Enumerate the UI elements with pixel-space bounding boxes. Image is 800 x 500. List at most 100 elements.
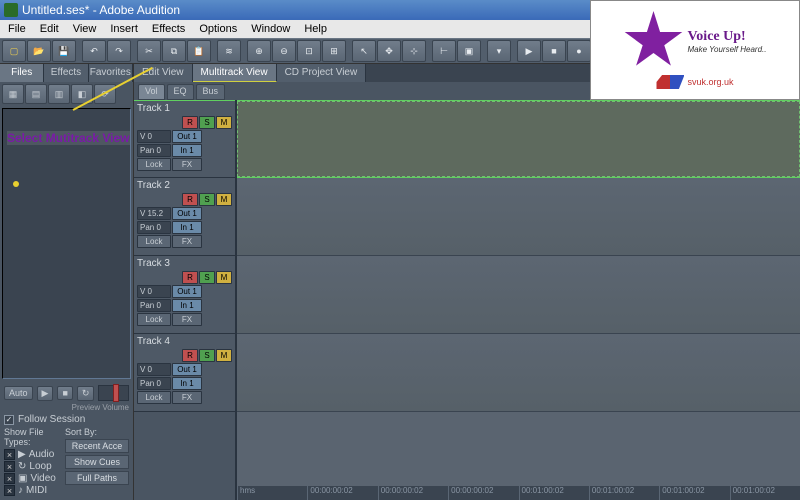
toolbar-mov[interactable]: ✥ (377, 40, 401, 62)
mute-button[interactable]: M (216, 271, 232, 284)
menu-effects[interactable]: Effects (146, 22, 191, 36)
record-button[interactable]: R (182, 116, 198, 129)
input-button[interactable]: In 1 (172, 221, 202, 234)
tab-effects[interactable]: Effects (44, 64, 88, 82)
lock-button[interactable]: Lock (137, 235, 171, 248)
toolbar-stop[interactable]: ■ (542, 40, 566, 62)
output-button[interactable]: Out 1 (172, 285, 202, 298)
input-button[interactable]: In 1 (172, 377, 202, 390)
toolbar-save[interactable]: 💾 (52, 40, 76, 62)
toolbar-rec[interactable]: ● (567, 40, 591, 62)
input-button[interactable]: In 1 (172, 144, 202, 157)
fx-button[interactable]: FX (172, 235, 202, 248)
toolbar-zin[interactable]: ⊕ (247, 40, 271, 62)
time-ruler[interactable]: hms00:00:00:0200:00:00:0200:00:00:0200:0… (237, 486, 800, 500)
solo-button[interactable]: S (199, 116, 215, 129)
record-button[interactable]: R (182, 193, 198, 206)
files-btn-1[interactable]: ▦ (2, 84, 24, 104)
fx-button[interactable]: FX (172, 158, 202, 171)
wave-track-4[interactable] (237, 334, 800, 412)
lock-button[interactable]: Lock (137, 313, 171, 326)
mute-button[interactable]: M (216, 349, 232, 362)
auto-button[interactable]: Auto (4, 386, 33, 400)
toolbar-undo[interactable]: ↶ (82, 40, 106, 62)
subtab-vol[interactable]: Vol (138, 84, 165, 100)
record-button[interactable]: R (182, 349, 198, 362)
subtab-eq[interactable]: EQ (167, 84, 194, 100)
play-preview-button[interactable]: ▶ (37, 386, 54, 401)
volume-value[interactable]: V 0 (137, 130, 171, 143)
preview-volume-slider[interactable] (98, 385, 129, 401)
type-audio-x[interactable]: × (4, 449, 15, 460)
follow-session-checkbox[interactable]: ✓ (4, 415, 14, 425)
lock-button[interactable]: Lock (137, 391, 171, 404)
tab-multitrack-view[interactable]: Multitrack View (193, 64, 277, 82)
toolbar-open[interactable]: 📂 (27, 40, 51, 62)
toolbar-mrk[interactable]: ▾ (487, 40, 511, 62)
toolbar-zsel[interactable]: ⊡ (297, 40, 321, 62)
toolbar-redo[interactable]: ↷ (107, 40, 131, 62)
subtab-bus[interactable]: Bus (196, 84, 226, 100)
menu-insert[interactable]: Insert (104, 22, 144, 36)
output-button[interactable]: Out 1 (172, 363, 202, 376)
output-button[interactable]: Out 1 (172, 130, 202, 143)
type-video-x[interactable]: × (4, 473, 15, 484)
tab-files[interactable]: Files (0, 64, 44, 82)
toolbar-snp[interactable]: ⊢ (432, 40, 456, 62)
type-midi-x[interactable]: × (4, 485, 15, 496)
volume-value[interactable]: V 0 (137, 285, 171, 298)
files-btn-2[interactable]: ▤ (25, 84, 47, 104)
output-button[interactable]: Out 1 (172, 207, 202, 220)
menu-edit[interactable]: Edit (34, 22, 65, 36)
pan-value[interactable]: Pan 0 (137, 299, 171, 312)
track-name[interactable]: Track 4 (137, 336, 232, 347)
mute-button[interactable]: M (216, 193, 232, 206)
fx-button[interactable]: FX (172, 391, 202, 404)
solo-button[interactable]: S (199, 193, 215, 206)
tab-cd-project-view[interactable]: CD Project View (277, 64, 367, 82)
solo-button[interactable]: S (199, 271, 215, 284)
full-paths-button[interactable]: Full Paths (65, 471, 129, 485)
toolbar-grp[interactable]: ▣ (457, 40, 481, 62)
toolbar-paste[interactable]: 📋 (187, 40, 211, 62)
toolbar-mix[interactable]: ≋ (217, 40, 241, 62)
toolbar-copy[interactable]: ⧉ (162, 40, 186, 62)
file-list[interactable]: Select Mutitrack View (2, 108, 131, 379)
toolbar-ptr[interactable]: ↖ (352, 40, 376, 62)
menu-options[interactable]: Options (193, 22, 243, 36)
sort-dropdown[interactable]: Recent Acce (65, 439, 129, 453)
pan-value[interactable]: Pan 0 (137, 144, 171, 157)
volume-value[interactable]: V 15.2 (137, 207, 171, 220)
track-name[interactable]: Track 2 (137, 180, 232, 191)
menu-view[interactable]: View (67, 22, 103, 36)
mute-button[interactable]: M (216, 116, 232, 129)
menu-window[interactable]: Window (245, 22, 296, 36)
record-button[interactable]: R (182, 271, 198, 284)
menu-file[interactable]: File (2, 22, 32, 36)
loop-preview-button[interactable]: ↻ (77, 386, 95, 401)
show-cues-button[interactable]: Show Cues (65, 455, 129, 469)
pan-value[interactable]: Pan 0 (137, 221, 171, 234)
wave-track-1[interactable] (237, 100, 800, 178)
toolbar-cut[interactable]: ✂ (137, 40, 161, 62)
lock-button[interactable]: Lock (137, 158, 171, 171)
solo-button[interactable]: S (199, 349, 215, 362)
wave-track-2[interactable] (237, 178, 800, 256)
fx-button[interactable]: FX (172, 313, 202, 326)
toolbar-new[interactable]: ▢ (2, 40, 26, 62)
wave-track-3[interactable] (237, 256, 800, 334)
track-name[interactable]: Track 1 (137, 103, 232, 114)
toolbar-hyb[interactable]: ⊹ (402, 40, 426, 62)
stop-preview-button[interactable]: ■ (57, 386, 72, 400)
track-name[interactable]: Track 3 (137, 258, 232, 269)
toolbar-zout[interactable]: ⊖ (272, 40, 296, 62)
files-btn-3[interactable]: ▥ (48, 84, 70, 104)
volume-value[interactable]: V 0 (137, 363, 171, 376)
toolbar-play[interactable]: ▶ (517, 40, 541, 62)
type-loop-x[interactable]: × (4, 461, 15, 472)
input-button[interactable]: In 1 (172, 299, 202, 312)
waveform-area[interactable]: hms00:00:00:0200:00:00:0200:00:00:0200:0… (236, 100, 800, 500)
pan-value[interactable]: Pan 0 (137, 377, 171, 390)
menu-help[interactable]: Help (298, 22, 333, 36)
toolbar-zall[interactable]: ⊞ (322, 40, 346, 62)
